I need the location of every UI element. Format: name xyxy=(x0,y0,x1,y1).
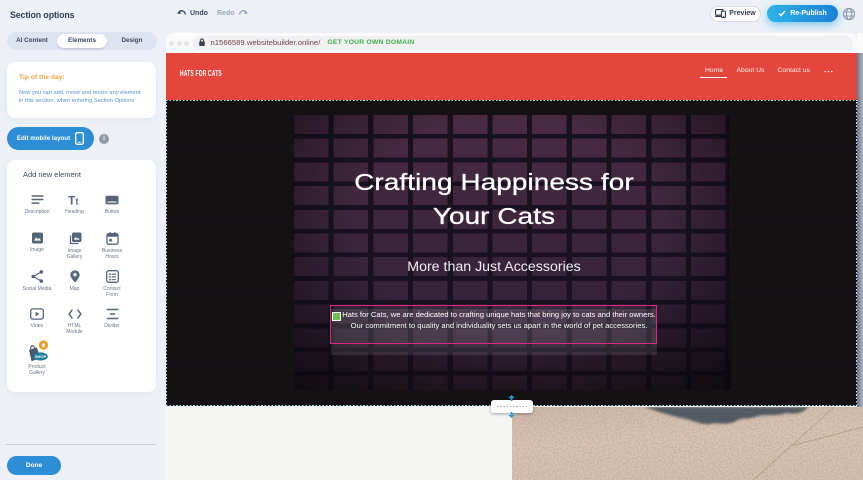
svg-text:t: t xyxy=(75,197,78,207)
svg-text:SHOP: SHOP xyxy=(35,354,47,359)
